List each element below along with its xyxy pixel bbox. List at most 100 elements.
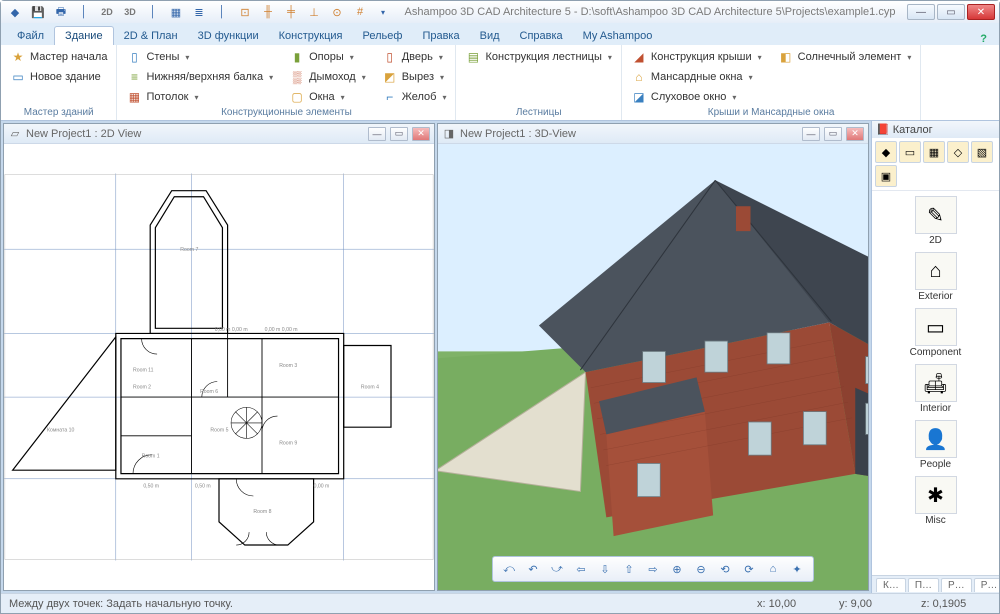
view-3d-close-button[interactable]: ✕ [846,127,864,141]
task-tab-0[interactable]: К… [876,578,906,592]
app-window: ◆ 💾 🖶 │ 2D 3D │ ▦ ≣ │ ⊡ ╫ ╪ ⊥ ⊙ # ▾ Asha… [0,0,1000,614]
view-2d-min-button[interactable]: — [368,127,386,141]
ribbon-btn-0-0-0[interactable]: ★Мастер начала [7,48,110,66]
ribbon-btn-3-1-0[interactable]: ◧Солнечный элемент▾ [775,48,915,66]
nav3d-btn-10[interactable]: ⟳ [739,560,759,578]
view-2d-close-button[interactable]: ✕ [412,127,430,141]
nav3d-toolbar: ⤺↶⤻⇦⇩⇧⇨⊕⊖⟲⟳⌂✦ [492,556,814,582]
qat-3d-icon[interactable]: 3D [120,3,140,21]
catalog-item-component[interactable]: ▭Component [875,306,996,360]
qat-dropdown-icon[interactable]: ▾ [373,3,393,21]
view-2d-canvas[interactable]: Комната 10 Room 11 Room 2 Room 6 Room 1 … [4,144,434,590]
view-3d-max-button[interactable]: ▭ [824,127,842,141]
task-tab-3[interactable]: Р… [974,578,999,592]
catalog-thumb-icon: ⌂ [915,252,957,290]
qat-layers-icon[interactable]: ≣ [189,3,209,21]
nav3d-btn-8[interactable]: ⊖ [691,560,711,578]
ribbon-btn-1-1-2[interactable]: ▢Окна▾ [286,88,369,106]
qat-snap4-icon[interactable]: ⊥ [304,3,324,21]
catalog-tab-4[interactable]: ▧ [971,141,993,163]
catalog-item-2d[interactable]: ✎2D [875,194,996,248]
nav3d-btn-3[interactable]: ⇦ [571,560,591,578]
nav3d-btn-2[interactable]: ⤻ [547,560,567,578]
catalog-tab-1[interactable]: ▭ [899,141,921,163]
task-tab-2[interactable]: Р… [941,578,972,592]
catalog-tab-5[interactable]: ▣ [875,165,897,187]
catalog-item-label: Exterior [918,291,952,302]
nav3d-btn-4[interactable]: ⇩ [595,560,615,578]
book-icon: 📕 [876,123,890,136]
menu-tab-9[interactable]: My Ashampoo [573,27,663,45]
task-tab-1[interactable]: П… [908,578,939,592]
view-2d-titlebar[interactable]: ▱ New Project1 : 2D View — ▭ ✕ [4,124,434,144]
qat-print-icon[interactable]: 🖶 [51,3,71,21]
catalog-title[interactable]: 📕 Каталог [872,121,999,138]
menu-tab-3[interactable]: 3D функции [188,27,269,45]
ribbon-btn-1-0-0[interactable]: ▯Стены▾ [123,48,276,66]
nav3d-btn-0[interactable]: ⤺ [499,560,519,578]
catalog-item-label: Misc [925,515,946,526]
catalog-item-interior[interactable]: 🛋Interior [875,362,996,416]
catalog-thumb-icon: 🛋 [915,364,957,402]
catalog-item-people[interactable]: 👤People [875,418,996,472]
nav3d-btn-5[interactable]: ⇧ [619,560,639,578]
ribbon-btn-1-1-0[interactable]: ▮Опоры▾ [286,48,369,66]
svg-text:Room 1: Room 1 [142,453,160,459]
catalog-tab-0[interactable]: ◆ [875,141,897,163]
nav3d-btn-1[interactable]: ↶ [523,560,543,578]
nav3d-btn-11[interactable]: ⌂ [763,560,783,578]
ribbon-btn-3-0-2[interactable]: ◪Слуховое окно▾ [628,88,765,106]
menu-tab-6[interactable]: Правка [412,27,469,45]
view-3d-min-button[interactable]: — [802,127,820,141]
maximize-button[interactable]: ▭ [937,4,965,20]
qat-2d-icon[interactable]: 2D [97,3,117,21]
catalog-item-label: People [920,459,951,470]
qat-grid-icon[interactable]: ▦ [166,3,186,21]
ribbon-btn-1-2-2[interactable]: ⌐Желоб▾ [379,88,450,106]
close-button[interactable]: ✕ [967,4,995,20]
catalog-item-exterior[interactable]: ⌂Exterior [875,250,996,304]
qat-save-icon[interactable]: 💾 [28,3,48,21]
menu-tabs: ФайлЗдание2D & План3D функцииКонструкция… [1,23,999,45]
view-3d-titlebar[interactable]: ◨ New Project1 : 3D-View — ▭ ✕ [438,124,868,144]
ribbon-btn-3-0-1[interactable]: ⌂Мансардные окна▾ [628,68,765,86]
ribbon-btn-3-0-0[interactable]: ◢Конструкция крыши▾ [628,48,765,66]
catalog-thumb-icon: ▭ [915,308,957,346]
ribbon-btn-1-2-1[interactable]: ◩Вырез▾ [379,68,450,86]
catalog-tab-3[interactable]: ◇ [947,141,969,163]
ribbon-btn-1-0-2[interactable]: ▦Потолок▾ [123,88,276,106]
qat-snap5-icon[interactable]: ⊙ [327,3,347,21]
ribbon-btn-1-0-1[interactable]: ≡Нижняя/верхняя балка▾ [123,68,276,86]
menu-tab-4[interactable]: Конструкция [269,27,353,45]
menu-tab-7[interactable]: Вид [470,27,510,45]
ribbon-group-title: Мастер зданий [7,106,110,119]
nav3d-btn-7[interactable]: ⊕ [667,560,687,578]
catalog-items: ✎2D⌂Exterior▭Component🛋Interior👤People✱M… [872,191,999,575]
qat-snap1-icon[interactable]: ⊡ [235,3,255,21]
menu-tab-1[interactable]: Здание [54,26,114,45]
qat-snap6-icon[interactable]: # [350,3,370,21]
view-3d-canvas[interactable]: ⤺↶⤻⇦⇩⇧⇨⊕⊖⟲⟳⌂✦ [438,144,868,590]
catalog-item-misc[interactable]: ✱Misc [875,474,996,528]
ribbon-btn-1-1-1[interactable]: ▒Дымоход▾ [286,68,369,86]
nav3d-btn-12[interactable]: ✦ [787,560,807,578]
view-2d-max-button[interactable]: ▭ [390,127,408,141]
qat-snap2-icon[interactable]: ╫ [258,3,278,21]
ribbon-btn-2-0-0[interactable]: ▤Конструкция лестницы▾ [462,48,614,66]
nav3d-btn-9[interactable]: ⟲ [715,560,735,578]
menu-tab-0[interactable]: Файл [7,27,54,45]
menu-tab-8[interactable]: Справка [510,27,573,45]
minimize-button[interactable]: — [907,4,935,20]
coord-z: z: 0,1905 [921,598,991,610]
help-icon[interactable]: ? [974,33,993,45]
catalog-tab-2[interactable]: ▦ [923,141,945,163]
catalog-thumb-icon: ✎ [915,196,957,234]
svg-text:0,00 m 0,00 m: 0,00 m 0,00 m [265,327,298,333]
ribbon-btn-0-0-1[interactable]: ▭Новое здание [7,68,110,86]
catalog-top-tabs: ◆▭▦◇▧ ▣ [872,138,999,191]
menu-tab-5[interactable]: Рельеф [353,27,413,45]
nav3d-btn-6[interactable]: ⇨ [643,560,663,578]
ribbon-btn-1-2-0[interactable]: ▯Дверь▾ [379,48,450,66]
qat-snap3-icon[interactable]: ╪ [281,3,301,21]
menu-tab-2[interactable]: 2D & План [114,27,188,45]
